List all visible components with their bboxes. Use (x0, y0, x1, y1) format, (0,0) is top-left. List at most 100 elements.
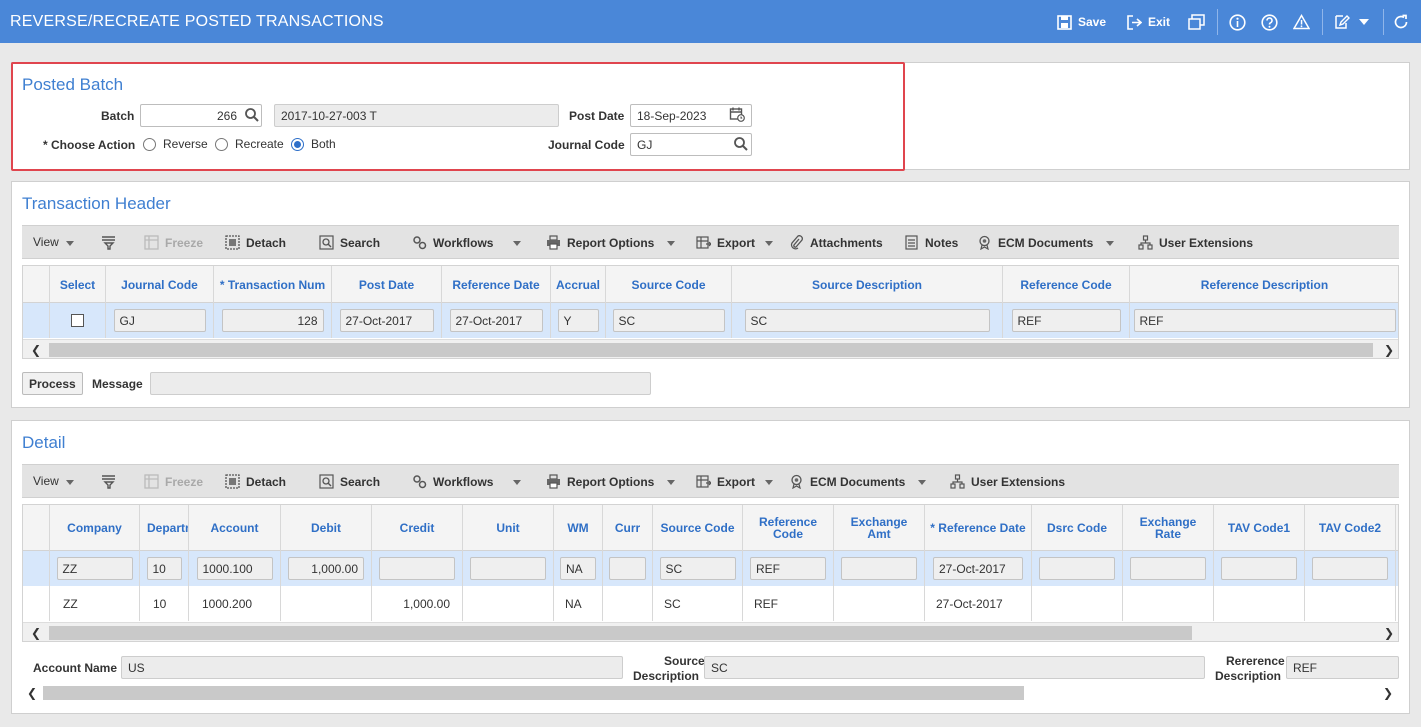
col-credit[interactable]: Credit (372, 505, 463, 551)
col-tav-code2[interactable]: TAV Code2 (1305, 505, 1396, 551)
col-accrual[interactable]: Accrual (551, 266, 606, 303)
col-reference-code[interactable]: Reference Code (1003, 266, 1130, 303)
credit-value[interactable] (379, 557, 455, 580)
reference-code-value[interactable]: REF (743, 586, 834, 621)
tav-code2-value[interactable] (1312, 557, 1388, 580)
filter-button[interactable] (101, 474, 122, 489)
view-menu[interactable]: View (33, 235, 59, 249)
col-source-description[interactable]: Source Description (732, 266, 1003, 303)
scrollbar-thumb[interactable] (49, 626, 1192, 640)
search-icon[interactable] (244, 107, 260, 123)
col-company[interactable]: Company (50, 505, 140, 551)
scrollbar-thumb[interactable] (49, 343, 1373, 357)
col-source-code[interactable]: Source Code (653, 505, 743, 551)
search-button[interactable]: Search (319, 235, 380, 250)
chevron-down-icon[interactable] (765, 241, 773, 246)
filter-button[interactable] (101, 235, 122, 250)
detach-button[interactable]: Detach (225, 474, 286, 489)
table-row[interactable]: ZZ 10 1000.100 1,000.00 NA SC REF 27-Oct… (23, 551, 1398, 586)
reference-code-value[interactable]: REF (750, 557, 826, 580)
source-code-value[interactable]: SC (653, 586, 743, 621)
chevron-down-icon[interactable] (918, 480, 926, 485)
exchange-amt-value[interactable] (834, 586, 925, 621)
curr-value[interactable] (603, 586, 653, 621)
table-row[interactable]: ZZ 10 1000.200 1,000.00 NA SC REF 27-Oct… (23, 586, 1398, 621)
attachments-button[interactable]: Attachments (789, 235, 883, 250)
col-curr[interactable]: Curr (603, 505, 653, 551)
export-button[interactable]: Export (696, 235, 755, 250)
export-button[interactable]: Export (696, 474, 755, 489)
ecm-documents-button[interactable]: ECM Documents (977, 235, 1093, 250)
reference-description-value[interactable]: REF (1133, 309, 1396, 332)
company-value[interactable]: ZZ (56, 557, 133, 580)
warning-button[interactable] (1293, 12, 1310, 32)
exchange-rate-value[interactable] (1130, 557, 1206, 580)
refresh-button[interactable] (1393, 12, 1409, 32)
chevron-down-icon[interactable] (765, 480, 773, 485)
scroll-left-icon[interactable]: ❮ (27, 686, 37, 700)
reference-date-value[interactable]: 27-Oct-2017 (449, 309, 543, 332)
department-value[interactable]: 10 (140, 586, 189, 621)
freeze-button[interactable]: Freeze (144, 474, 203, 489)
col-debit[interactable]: Debit (281, 505, 372, 551)
tav-code2-value[interactable] (1305, 586, 1396, 621)
calendar-icon[interactable] (729, 106, 745, 122)
col-tav-code1[interactable]: TAV Code1 (1214, 505, 1305, 551)
view-menu[interactable]: View (33, 474, 59, 488)
reference-date-value[interactable]: 27-Oct-2017 (925, 586, 1032, 621)
account-value[interactable]: 1000.200 (189, 586, 281, 621)
journal-code-value[interactable]: GJ (113, 309, 206, 332)
col-department[interactable]: Departn (140, 505, 189, 551)
scrollbar-thumb[interactable] (43, 686, 1024, 700)
col-account[interactable]: Account (189, 505, 281, 551)
horizontal-scrollbar[interactable]: ❮ ❯ (23, 339, 1398, 358)
radio-reverse[interactable]: Reverse (143, 137, 208, 151)
freeze-button[interactable]: Freeze (144, 235, 203, 250)
workflows-button[interactable]: Workflows (412, 235, 493, 250)
report-options-button[interactable]: Report Options (546, 474, 654, 489)
exchange-rate-value[interactable] (1123, 586, 1214, 621)
post-date-value[interactable]: 27-Oct-2017 (339, 309, 434, 332)
detach-button[interactable]: Detach (225, 235, 286, 250)
scroll-left-icon[interactable]: ❮ (31, 626, 41, 640)
dsrc-code-value[interactable] (1032, 586, 1123, 621)
col-reference-description[interactable]: Reference Description (1130, 266, 1398, 303)
scroll-right-icon[interactable]: ❯ (1383, 686, 1393, 700)
col-source-code[interactable]: Source Code (606, 266, 732, 303)
wm-value[interactable]: NA (554, 586, 603, 621)
col-reference-date[interactable]: Reference Date (442, 266, 551, 303)
help-button[interactable] (1261, 12, 1278, 32)
wm-value[interactable]: NA (560, 557, 596, 580)
accrual-value[interactable]: Y (557, 309, 599, 332)
info-button[interactable] (1229, 12, 1246, 32)
col-select[interactable]: Select (50, 266, 106, 303)
transaction-num-value[interactable]: 128 (221, 309, 324, 332)
reference-code-value[interactable]: REF (1011, 309, 1121, 332)
col-wm[interactable]: WM (554, 505, 603, 551)
unit-value[interactable] (463, 586, 554, 621)
col-unit[interactable]: Unit (463, 505, 554, 551)
chevron-down-icon[interactable] (66, 480, 74, 485)
search-button[interactable]: Search (319, 474, 380, 489)
dsrc-code-value[interactable] (1039, 557, 1115, 580)
radio-both[interactable]: Both (291, 137, 336, 151)
horizontal-scrollbar[interactable]: ❮ ❯ (23, 622, 1398, 641)
col-dsrc-code[interactable]: Dsrc Code (1032, 505, 1123, 551)
process-button[interactable]: Process (22, 372, 83, 395)
chevron-down-icon[interactable] (66, 241, 74, 246)
account-value[interactable]: 1000.100 (196, 557, 273, 580)
report-options-button[interactable]: Report Options (546, 235, 654, 250)
col-reference-date[interactable]: * Reference Date (925, 505, 1032, 551)
scroll-right-icon[interactable]: ❯ (1384, 343, 1394, 357)
col-journal-code[interactable]: Journal Code (106, 266, 214, 303)
col-exchange-rate[interactable]: Exchange Rate (1123, 505, 1214, 551)
credit-value[interactable]: 1,000.00 (372, 586, 463, 621)
scroll-right-icon[interactable]: ❯ (1384, 626, 1394, 640)
chevron-down-icon[interactable] (667, 241, 675, 246)
table-row[interactable]: GJ 128 27-Oct-2017 27-Oct-2017 Y SC SC R… (23, 303, 1398, 338)
department-value[interactable]: 10 (146, 557, 182, 580)
exit-button[interactable]: Exit (1127, 12, 1170, 32)
col-reference-code[interactable]: Reference Code (743, 505, 834, 551)
source-description-value[interactable]: SC (744, 309, 990, 332)
workflows-button[interactable]: Workflows (412, 474, 493, 489)
